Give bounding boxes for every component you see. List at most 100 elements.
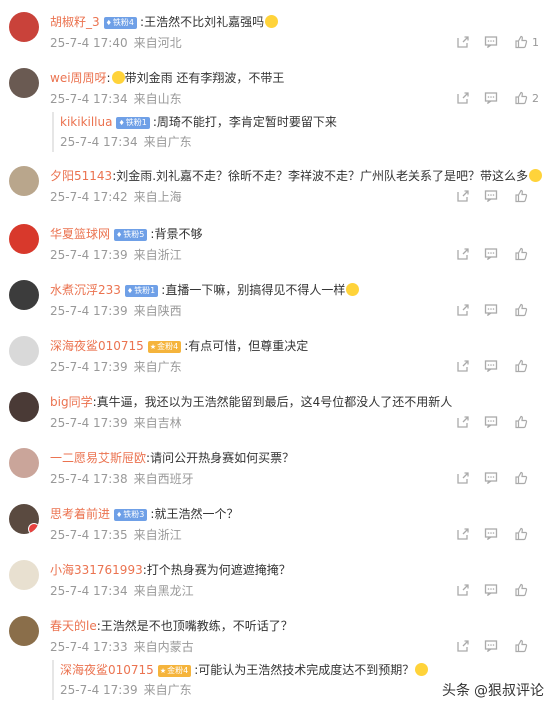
avatar[interactable] [9,616,39,646]
emoji-icon [265,15,279,28]
like-button[interactable] [514,639,530,655]
thumbs-up-icon [514,303,530,317]
avatar[interactable] [9,560,39,590]
like-button[interactable]: 1 [514,35,539,51]
comment-icon[interactable] [484,415,500,431]
like-button[interactable] [514,303,530,319]
username[interactable]: 一二愿易艾斯屉欧 [50,451,146,465]
reply-location: 来自广东 [143,135,192,149]
comment-icon[interactable] [484,247,500,263]
comment-icon[interactable] [484,35,500,51]
share-icon[interactable] [456,639,472,655]
comment-time: 25-7-4 17:34 [50,584,128,598]
username[interactable]: 夕阳51143 [50,169,112,183]
comment-text: 就王浩然一个？ [154,507,239,521]
comment-icon[interactable] [484,303,500,319]
avatar[interactable] [9,224,39,254]
username[interactable]: 小海331761993 [50,563,143,577]
share-icon[interactable] [456,527,472,543]
thumbs-up-icon [514,35,530,49]
like-button[interactable]: 2 [514,91,539,107]
verified-icon [28,523,39,534]
comment-icon[interactable] [484,189,500,205]
thumbs-up-icon [514,415,530,429]
avatar[interactable] [9,280,39,310]
share-icon[interactable] [456,35,472,51]
like-button[interactable] [514,247,530,263]
comment-time: 25-7-4 17:42 [50,190,128,204]
comment-location: 来自山东 [133,92,182,106]
avatar[interactable] [9,12,39,42]
comment-time: 25-7-4 17:39 [50,248,128,262]
fan-level-badge: 铁粉4 [103,17,138,29]
comment-text: 可能认为王浩然技术完成度达不到预期？ [198,663,415,677]
share-icon[interactable] [456,415,472,431]
share-icon[interactable] [456,247,472,263]
thumbs-up-icon [514,359,530,373]
thumbs-up-icon [514,91,530,105]
avatar[interactable] [9,504,39,534]
comment-time: 25-7-4 17:35 [50,528,128,542]
like-button[interactable] [514,359,530,375]
emoji-icon [346,283,360,296]
comment-time: 25-7-4 17:33 [50,640,128,654]
like-button[interactable] [514,583,530,599]
like-button[interactable] [514,471,530,487]
avatar[interactable] [9,392,39,422]
reply-item: kikikillua铁粉1:周琦不能打，李肯定暂时要留下来25-7-4 17:3… [52,112,549,152]
emoji-icon [111,71,125,84]
share-icon[interactable] [456,471,472,487]
fan-level-badge: 金粉4 [157,665,192,677]
comment-location: 来自广东 [133,360,182,374]
comment-time: 25-7-4 17:38 [50,472,128,486]
comment-icon[interactable] [484,527,500,543]
comment-location: 来自黑龙江 [133,584,194,598]
thumbs-up-icon [514,583,530,597]
username[interactable]: 思考着前进 [50,507,110,521]
comment-icon[interactable] [484,471,500,487]
username[interactable]: big同学 [50,395,93,409]
comment-text: 带刘金雨 还有李翔波，不带王 [124,71,285,85]
emoji-icon [415,663,429,676]
username[interactable]: 深海夜鲨010715 [60,663,154,677]
like-button[interactable] [514,189,530,205]
avatar[interactable] [9,166,39,196]
comment-location: 来自陕西 [133,304,182,318]
avatar[interactable] [9,448,39,478]
share-icon[interactable] [456,359,472,375]
username[interactable]: 胡椒籽_3 [50,15,100,29]
reply-item: 深海夜鲨010715金粉4:可能认为王浩然技术完成度达不到预期？25-7-4 1… [52,660,549,700]
comment-time: 25-7-4 17:40 [50,36,128,50]
comment-icon[interactable] [484,359,500,375]
comment-icon[interactable] [484,639,500,655]
comment-text: 打个热身赛为何遮遮掩掩？ [146,563,291,577]
username[interactable]: kikikillua [60,115,112,129]
avatar[interactable] [9,68,39,98]
like-count: 2 [532,92,539,105]
comment-time: 25-7-4 17:39 [50,304,128,318]
comment-icon[interactable] [484,583,500,599]
comment-location: 来自吉林 [133,416,182,430]
share-icon[interactable] [456,91,472,107]
username[interactable]: wei周周呀 [50,71,107,85]
fan-level-badge: 铁粉5 [114,229,148,241]
like-count: 1 [532,36,539,49]
share-icon[interactable] [456,189,472,205]
avatar[interactable] [9,336,39,366]
comment-text: 请问公开热身赛如何买票？ [150,451,295,465]
fan-level-badge: 铁粉1 [116,117,150,129]
comment-text: 真牛逼，我还以为王浩然能留到最后，这4号位都没人了还不用新人 [96,395,453,409]
comment-icon[interactable] [484,91,500,107]
share-icon[interactable] [456,303,472,319]
reply-time: 25-7-4 17:39 [60,683,138,697]
username[interactable]: 春天的le [50,619,97,633]
comment-time: 25-7-4 17:39 [50,416,128,430]
username[interactable]: 华夏篮球网 [50,227,110,241]
share-icon[interactable] [456,583,472,599]
thumbs-up-icon [514,639,530,653]
like-button[interactable] [514,527,530,543]
username[interactable]: 深海夜鲨010715 [50,339,144,353]
username[interactable]: 水煮沉浮233 [50,283,121,297]
comment-text: 有点可惜，但尊重决定 [188,339,309,353]
like-button[interactable] [514,415,530,431]
